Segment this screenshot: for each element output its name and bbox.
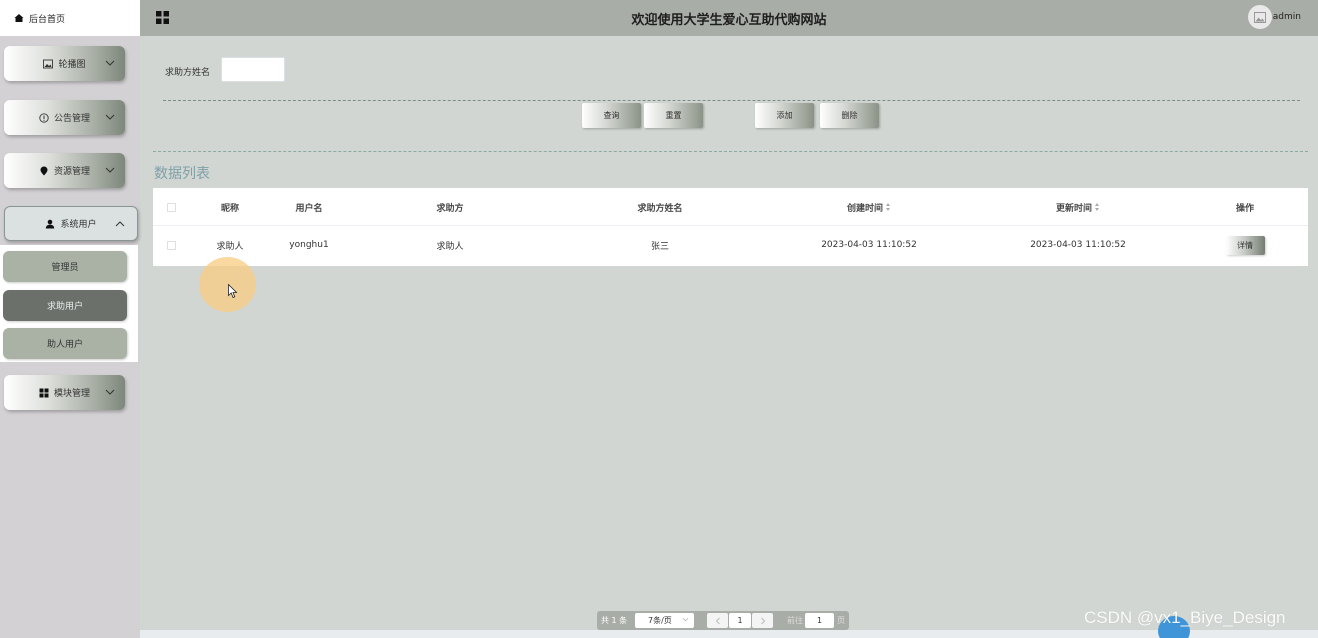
column-header-sortable[interactable]: 更新时间 bbox=[1028, 188, 1128, 226]
next-page-button[interactable] bbox=[752, 613, 773, 628]
sidebar-item-label: 模块管理 bbox=[53, 389, 90, 399]
chevron-right-icon bbox=[760, 617, 765, 624]
sidebar-item-label: 公告管理 bbox=[53, 114, 90, 124]
sidebar-item-modules[interactable]: 模块管理 bbox=[4, 375, 125, 410]
bottom-strip bbox=[140, 630, 1318, 638]
cell-helpee: 求助人 bbox=[436, 241, 464, 252]
column-header: 昵称 bbox=[220, 203, 239, 214]
sidebar-item-label: 资源管理 bbox=[53, 167, 90, 177]
submenu-item-help-seekers[interactable]: 求助用户 bbox=[3, 290, 127, 321]
info-icon bbox=[39, 112, 49, 123]
cell-username: yonghu1 bbox=[289, 240, 329, 250]
image-placeholder-icon bbox=[1254, 11, 1266, 23]
column-header: 求助方姓名 bbox=[637, 203, 683, 214]
data-table: 昵称 用户名 求助方 求助方姓名 创建时间 更新时间 操作 求助人 yonghu… bbox=[153, 188, 1308, 266]
sidebar-item-system-users[interactable]: 系统用户 bbox=[4, 206, 138, 241]
cell-actions: 详情 bbox=[1215, 226, 1275, 264]
column-header-label: 创建时间 bbox=[846, 203, 883, 214]
cell-created: 2023-04-03 11:10:52 bbox=[821, 240, 917, 250]
pagination-total: 共 1 条 bbox=[601, 616, 628, 625]
search-input[interactable] bbox=[221, 57, 285, 82]
goto-label: 前往 bbox=[787, 616, 803, 625]
column-header-sortable[interactable]: 创建时间 bbox=[819, 188, 919, 226]
delete-button[interactable]: 删除 bbox=[820, 103, 879, 128]
chevron-up-icon bbox=[115, 221, 125, 227]
column-header: 操作 bbox=[1235, 203, 1254, 214]
chevron-down-icon bbox=[105, 60, 115, 66]
detail-button[interactable]: 详情 bbox=[1225, 235, 1265, 255]
column-header: 求助方 bbox=[436, 203, 464, 214]
chevron-down-icon bbox=[105, 114, 115, 120]
submenu-item-admin[interactable]: 管理员 bbox=[3, 251, 127, 282]
location-pin-icon bbox=[40, 166, 48, 175]
table-header: 昵称 用户名 求助方 求助方姓名 创建时间 更新时间 操作 bbox=[153, 188, 1308, 226]
sidebar-item-label: 系统用户 bbox=[60, 220, 97, 230]
reset-button[interactable]: 重置 bbox=[644, 103, 703, 128]
grid-icon bbox=[39, 388, 49, 397]
sidebar: 后台首页 轮播图 公告管理 资源管理 系统用户 管理员 求助用户 助人用户 模块… bbox=[0, 0, 140, 638]
chevron-down-icon bbox=[682, 617, 689, 622]
user-name[interactable]: admin bbox=[1273, 12, 1301, 22]
chevron-down-icon bbox=[105, 167, 115, 173]
watermark: CSDN @vx1_Biye_Design bbox=[1084, 608, 1286, 627]
image-icon bbox=[43, 59, 54, 68]
goto-page-input[interactable]: 1 bbox=[805, 613, 834, 628]
chevron-down-icon bbox=[105, 389, 115, 395]
table-row: 求助人 yonghu1 求助人 张三 2023-04-03 11:10:52 2… bbox=[153, 226, 1308, 264]
avatar[interactable] bbox=[1248, 5, 1272, 29]
page-suffix-label: 页 bbox=[837, 616, 845, 625]
submenu-item-helpers[interactable]: 助人用户 bbox=[3, 328, 127, 359]
sidebar-item-carousel[interactable]: 轮播图 bbox=[4, 46, 125, 81]
sidebar-item-label: 轮播图 bbox=[58, 60, 86, 70]
sidebar-item-resources[interactable]: 资源管理 bbox=[4, 153, 125, 188]
list-title: 数据列表 bbox=[154, 166, 210, 182]
add-button[interactable]: 添加 bbox=[755, 103, 814, 128]
prev-page-button[interactable] bbox=[707, 613, 728, 628]
cell-updated: 2023-04-03 11:10:52 bbox=[1030, 240, 1126, 250]
page-size-select[interactable]: 7条/页 bbox=[635, 613, 694, 628]
pagination: 共 1 条 7条/页 1 前往 1 页 bbox=[597, 611, 849, 630]
sort-icon[interactable] bbox=[886, 203, 891, 211]
page-number[interactable]: 1 bbox=[729, 613, 751, 628]
mouse-cursor-icon bbox=[228, 284, 238, 299]
search-label: 求助方姓名 bbox=[165, 68, 211, 78]
select-all-checkbox[interactable] bbox=[164, 188, 178, 226]
column-header-label: 更新时间 bbox=[1055, 203, 1092, 214]
query-button[interactable]: 查询 bbox=[582, 103, 641, 128]
sidebar-home-label: 后台首页 bbox=[29, 14, 66, 25]
row-checkbox[interactable] bbox=[164, 226, 178, 264]
chevron-left-icon bbox=[715, 617, 720, 624]
divider bbox=[163, 100, 1300, 101]
divider bbox=[153, 151, 1308, 152]
user-icon bbox=[46, 219, 55, 228]
page-size-value: 7条/页 bbox=[648, 616, 672, 625]
column-header: 用户名 bbox=[295, 203, 323, 214]
cell-helpee-name: 张三 bbox=[650, 241, 669, 252]
sidebar-item-announcements[interactable]: 公告管理 bbox=[4, 100, 125, 135]
sidebar-home[interactable]: 后台首页 bbox=[0, 0, 140, 36]
top-header: 欢迎使用大学生爱心互助代购网站 admin bbox=[140, 0, 1318, 36]
sort-icon[interactable] bbox=[1095, 203, 1100, 211]
site-title: 欢迎使用大学生爱心互助代购网站 bbox=[631, 13, 827, 28]
home-icon bbox=[14, 14, 24, 22]
